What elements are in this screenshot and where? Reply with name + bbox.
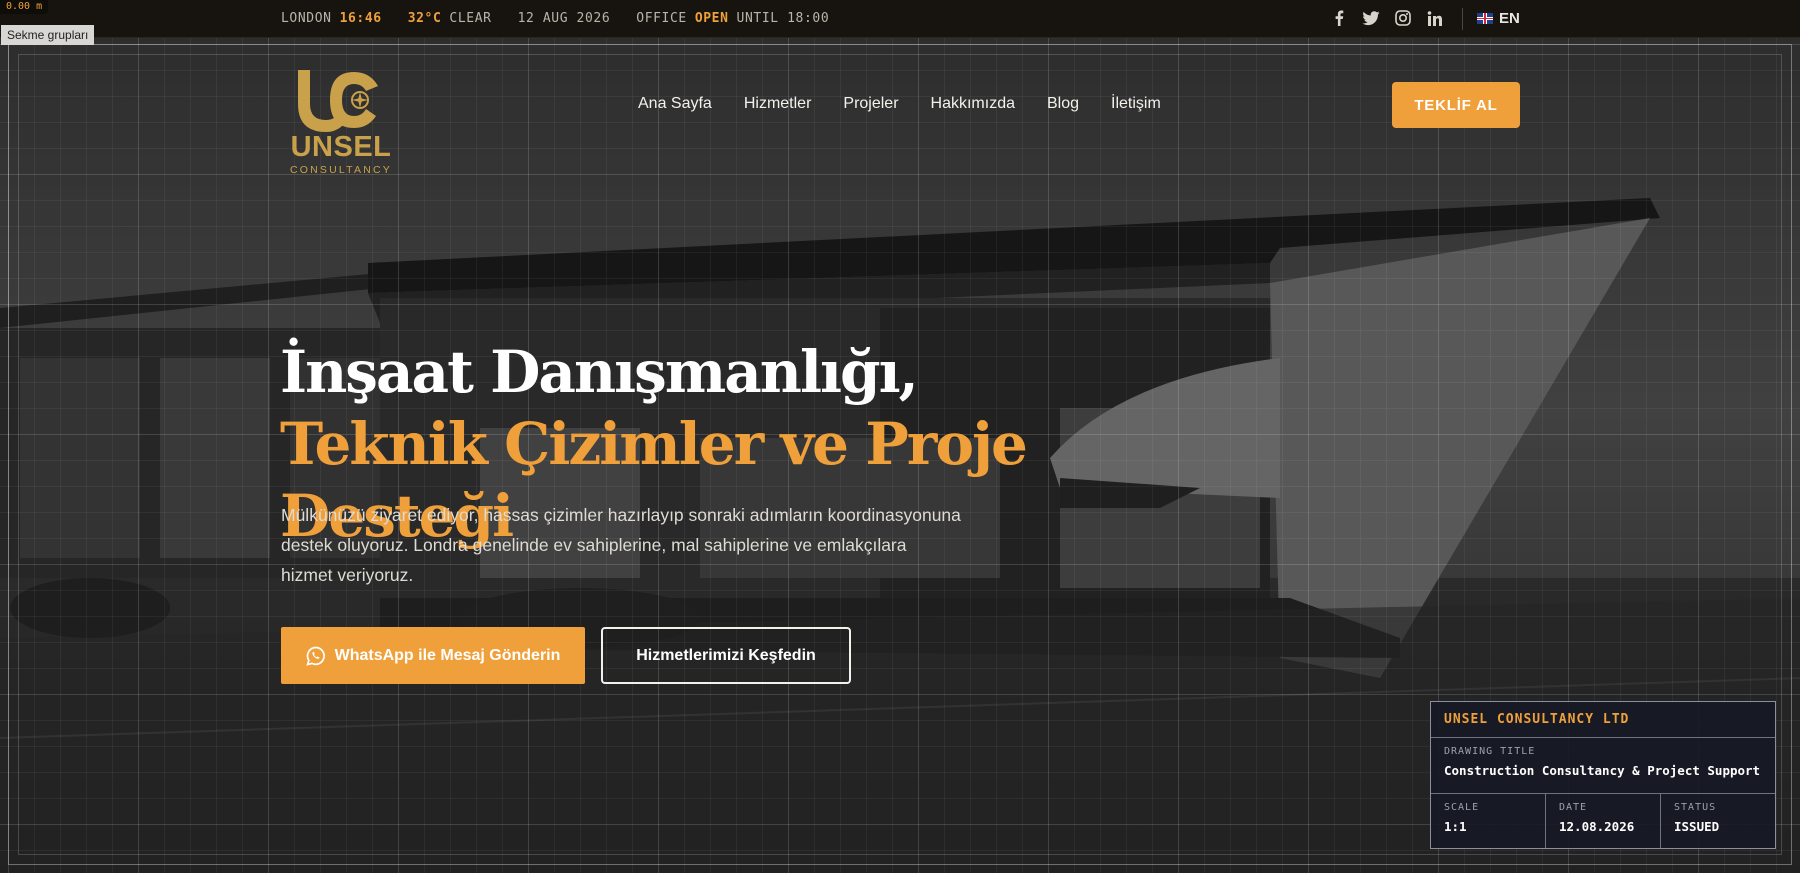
- drawing-title-label: DRAWING TITLE: [1444, 746, 1536, 757]
- twitter-icon[interactable]: [1362, 9, 1380, 27]
- city-label: LONDON: [281, 11, 332, 26]
- date-label: DATE: [1559, 802, 1588, 813]
- local-time: 16:46: [339, 11, 382, 26]
- facebook-icon[interactable]: [1330, 9, 1348, 27]
- uk-flag-icon: [1477, 13, 1493, 24]
- title-block-meta: SCALE 1:1 DATE 12.08.2026 STATUS ISSUED: [1431, 794, 1775, 848]
- uc-monogram-icon: [298, 70, 378, 132]
- temperature: 32°C: [407, 11, 442, 26]
- top-info-bar: LONDON 16:46 32°C CLEAR 12 AUG 2026 OFFICE OPE…: [0, 0, 1800, 38]
- instagram-icon[interactable]: [1394, 9, 1412, 27]
- title-block-drawing: DRAWING TITLE Construction Consultancy &…: [1431, 738, 1775, 794]
- status-value: ISSUED: [1674, 819, 1720, 834]
- drawing-title-block: UNSEL CONSULTANCY LTD DRAWING TITLE Cons…: [1430, 701, 1776, 849]
- office-status: OPEN: [694, 11, 729, 26]
- weather-label: CLEAR: [449, 11, 492, 26]
- brand-name: UNSEL: [290, 131, 392, 163]
- language-switcher[interactable]: EN: [1477, 10, 1520, 27]
- current-date: 12 AUG 2026: [517, 11, 611, 26]
- nav-item-home[interactable]: Ana Sayfa: [638, 95, 712, 113]
- brand-tagline: CONSULTANCY: [290, 164, 392, 176]
- nav-item-blog[interactable]: Blog: [1047, 95, 1079, 113]
- whatsapp-icon: [305, 646, 325, 666]
- status-label: STATUS: [1674, 802, 1717, 813]
- title-block-company: UNSEL CONSULTANCY LTD: [1431, 702, 1775, 738]
- scale-cell: SCALE 1:1: [1431, 794, 1546, 848]
- topbar-divider: [1462, 8, 1463, 30]
- whatsapp-button-label: WhatsApp ile Mesaj Gönderin: [334, 646, 561, 664]
- get-quote-button[interactable]: TEKLİF AL: [1392, 82, 1520, 128]
- scale-label: SCALE: [1444, 802, 1480, 813]
- tab-groups-tooltip: Sekme grupları: [1, 25, 95, 45]
- office-hours: UNTIL 18:00: [736, 11, 830, 26]
- whatsapp-message-button[interactable]: WhatsApp ile Mesaj Gönderin: [281, 627, 585, 684]
- date-value: 12.08.2026: [1559, 819, 1635, 834]
- explore-services-button[interactable]: Hizmetlerimizi Keşfedin: [601, 627, 851, 684]
- scale-value: 1:1: [1444, 819, 1467, 834]
- hero-description: Mülkünüzü ziyaret ediyor, hassas çizimle…: [281, 505, 961, 585]
- hero-section: UNSEL CONSULTANCY Ana Sayfa Hizmetler Pr…: [0, 38, 1800, 873]
- nav-item-about[interactable]: Hakkımızda: [931, 95, 1015, 113]
- drawing-title-value: Construction Consultancy & Project Suppo…: [1444, 763, 1761, 778]
- distance-readout: 0.00 m: [0, 0, 49, 14]
- main-navigation: Ana Sayfa Hizmetler Projeler Hakkımızda …: [638, 95, 1161, 113]
- date-cell: DATE 12.08.2026: [1546, 794, 1661, 848]
- hero-title-white: İnşaat Danışmanlığı,: [280, 338, 919, 406]
- status-strip: LONDON 16:46 32°C CLEAR 12 AUG 2026 OFFICE OPE…: [281, 11, 837, 26]
- nav-item-projects[interactable]: Projeler: [843, 95, 898, 113]
- social-links: [1330, 9, 1444, 27]
- site-logo[interactable]: UNSEL CONSULTANCY: [280, 66, 402, 178]
- status-cell: STATUS ISSUED: [1661, 794, 1775, 848]
- nav-item-contact[interactable]: İletişim: [1111, 95, 1161, 113]
- language-code: EN: [1499, 10, 1520, 27]
- nav-item-services[interactable]: Hizmetler: [744, 95, 812, 113]
- linkedin-icon[interactable]: [1426, 9, 1444, 27]
- office-label: OFFICE: [636, 11, 687, 26]
